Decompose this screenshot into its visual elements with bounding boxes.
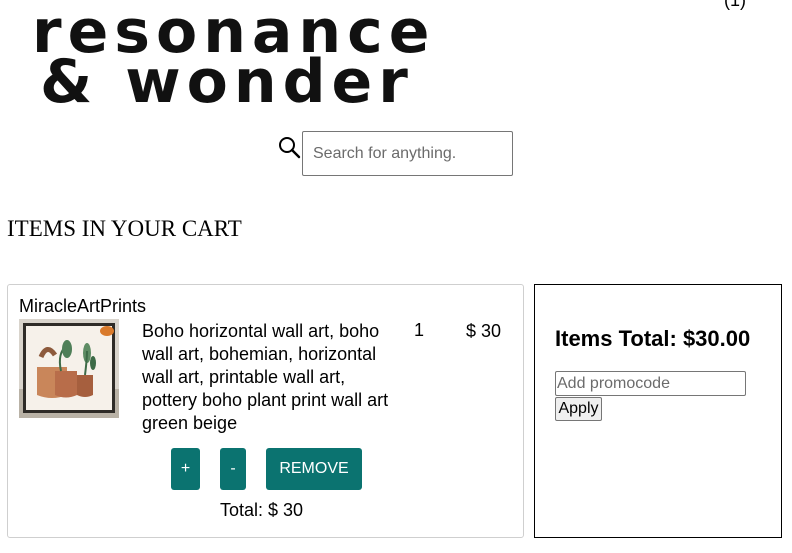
item-title[interactable]: Boho horizontal wall art, boho wall art,… [142, 320, 402, 435]
order-summary-panel: Items Total: $30.00 Apply [534, 284, 782, 538]
search-icon[interactable] [278, 136, 302, 160]
item-quantity: 1 [414, 320, 425, 340]
shop-name[interactable]: MiracleArtPrints [19, 296, 146, 317]
increase-quantity-button[interactable]: + [171, 448, 200, 490]
promocode-input[interactable] [555, 371, 746, 396]
logo-line-2: & wonder [40, 47, 414, 117]
apply-promocode-button[interactable]: Apply [555, 397, 602, 421]
remove-item-button[interactable]: REMOVE [266, 448, 362, 490]
decrease-quantity-button[interactable]: - [220, 448, 246, 490]
search-input[interactable] [302, 131, 513, 176]
item-price: $ 30 [466, 321, 502, 341]
cart-heading: ITEMS IN YOUR CART [7, 216, 242, 241]
item-line-total: Total: $ 30 [220, 500, 304, 520]
items-total: Items Total: $30.00 [555, 326, 751, 351]
cart-item-card: MiracleArtPrints Boho horizontal wall ar… [7, 284, 524, 538]
product-thumbnail[interactable] [19, 319, 119, 418]
cart-count-badge[interactable]: (1) [724, 0, 746, 11]
